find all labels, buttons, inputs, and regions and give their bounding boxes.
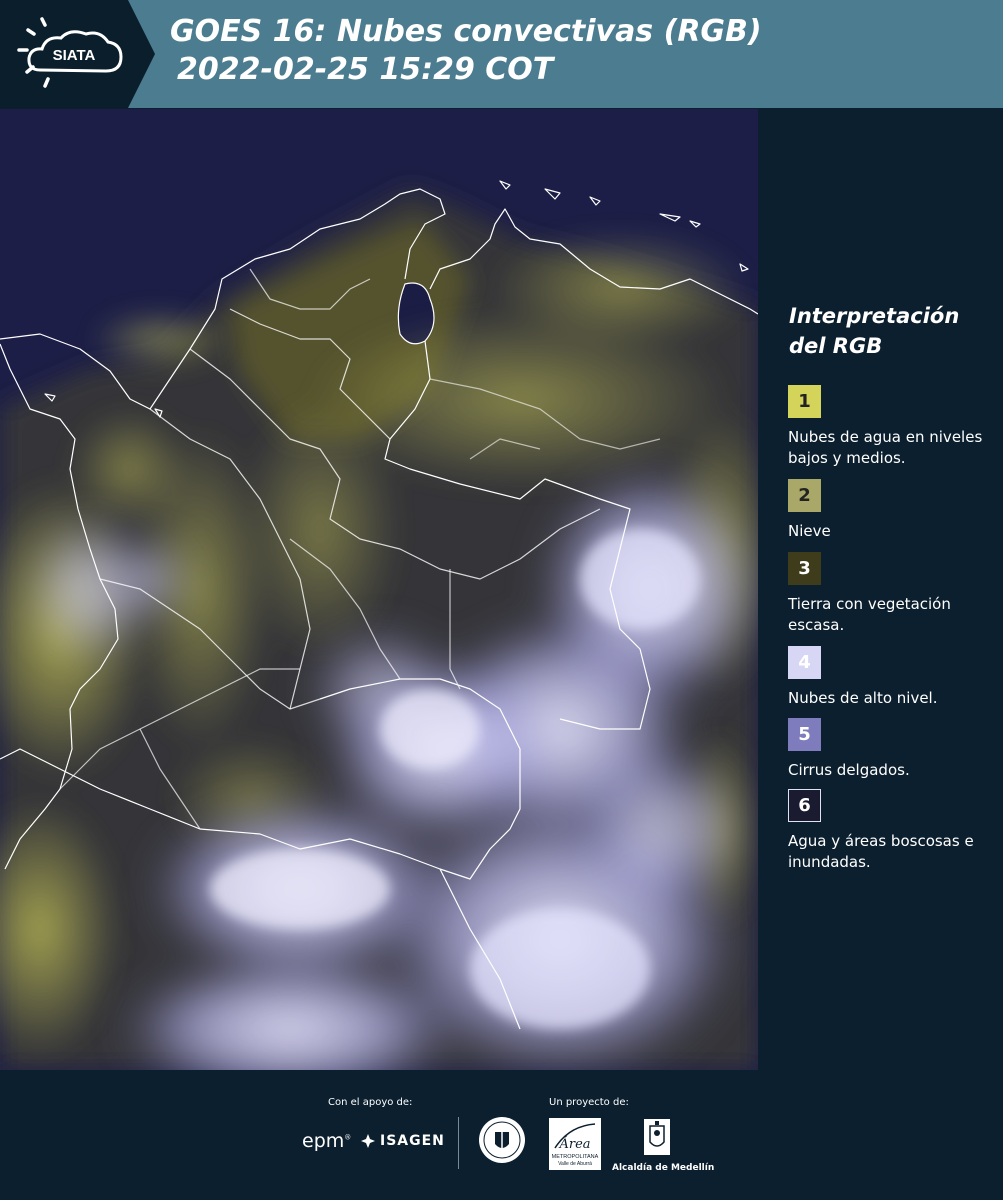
header-banner: SIATA GOES 16: Nubes convectivas (RGB) 2… xyxy=(0,0,1003,108)
svg-text:METROPOLITANA: METROPOLITANA xyxy=(552,1154,599,1160)
svg-text:Área: Área xyxy=(558,1136,590,1152)
legend-label: Agua y áreas boscosas e inundadas. xyxy=(788,832,974,871)
legend-swatch: 5 xyxy=(788,718,821,751)
legend-item: 6 Agua y áreas boscosas e inundadas. xyxy=(788,789,998,873)
legend-panel: Interpretación del RGB 1 Nubes de agua e… xyxy=(758,109,1003,1070)
svg-text:Valle de Aburrá: Valle de Aburrá xyxy=(558,1161,592,1167)
legend-item: 1 Nubes de agua en niveles bajos y medio… xyxy=(788,385,998,469)
satellite-image xyxy=(0,109,758,1070)
footer-divider xyxy=(458,1117,459,1169)
epm-logo: epm® xyxy=(302,1130,352,1152)
legend-swatch: 4 xyxy=(788,646,821,679)
legend-label: Tierra con vegetación escasa. xyxy=(788,595,951,634)
legend-item: 3 Tierra con vegetación escasa. xyxy=(788,552,998,636)
area-metropolitana-logo: Área METROPOLITANA Valle de Aburrá xyxy=(549,1118,601,1170)
legend-label: Nubes de alto nivel. xyxy=(788,689,938,707)
legend-item: 4 Nubes de alto nivel. xyxy=(788,646,998,709)
logo-text: SIATA xyxy=(53,47,96,64)
isagen-icon xyxy=(361,1134,375,1148)
legend-label: Cirrus delgados. xyxy=(788,761,910,779)
legend-swatch: 2 xyxy=(788,479,821,512)
legend-swatch: 1 xyxy=(788,385,821,418)
legend-swatch: 6 xyxy=(788,789,821,822)
legend-item: 2 Nieve xyxy=(788,479,998,542)
legend-title: Interpretación del RGB xyxy=(789,304,960,358)
legend-item: 5 Cirrus delgados. xyxy=(788,718,998,781)
coat-of-arms-icon xyxy=(644,1119,670,1155)
siata-logo: SIATA xyxy=(0,0,155,108)
footer: Con el apoyo de: Un proyecto de: epm® IS… xyxy=(0,1070,1003,1200)
isagen-logo: ISAGEN xyxy=(360,1133,445,1149)
alcaldia-logo: Alcaldía de Medellín xyxy=(612,1118,715,1173)
university-seal-icon xyxy=(479,1117,525,1163)
legend-label: Nubes de agua en niveles bajos y medios. xyxy=(788,428,983,467)
legend-swatch: 3 xyxy=(788,552,821,585)
project-label: Un proyecto de: xyxy=(549,1097,629,1108)
timestamp: 2022-02-25 15:29 COT xyxy=(177,52,554,87)
legend-label: Nieve xyxy=(788,522,831,540)
support-label: Con el apoyo de: xyxy=(328,1097,413,1108)
page-title: GOES 16: Nubes convectivas (RGB) xyxy=(170,14,762,49)
alcaldia-label: Alcaldía de Medellín xyxy=(612,1163,715,1173)
